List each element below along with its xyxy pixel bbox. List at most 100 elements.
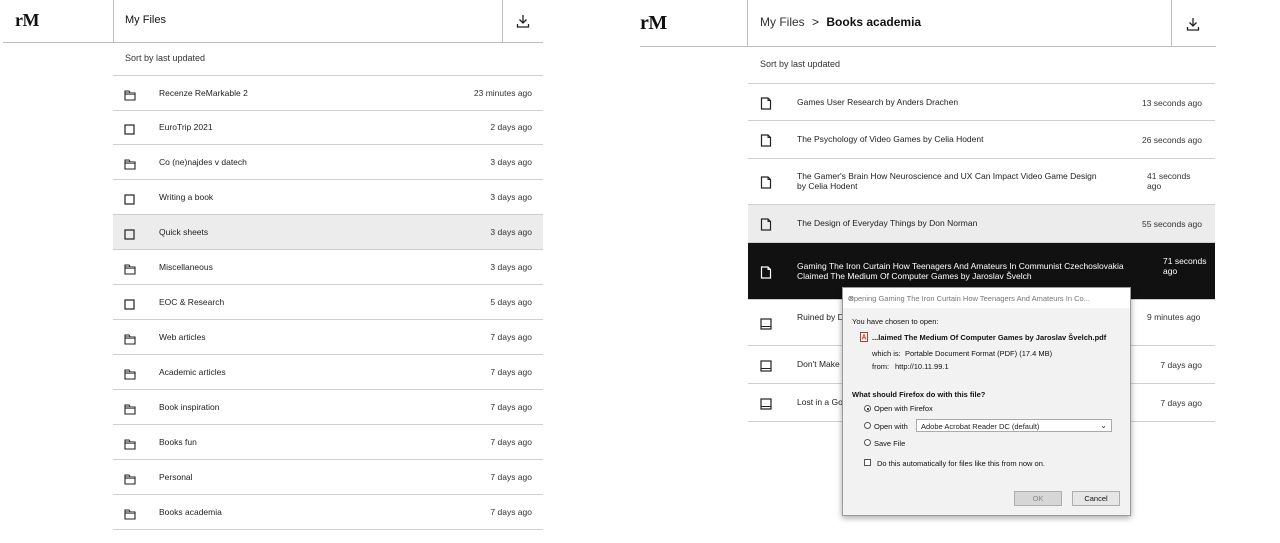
- folder-icon: [124, 367, 136, 385]
- item-updated: 9 minutes ago: [1147, 312, 1201, 322]
- item-updated: 23 minutes ago: [473, 88, 532, 98]
- document-icon: [760, 266, 772, 284]
- item-name: Academic articles: [159, 367, 226, 377]
- dialog-titlebar: Opening Gaming The Iron Curtain How Teen…: [843, 288, 1130, 308]
- folder-row[interactable]: Web articles 7 days ago: [113, 320, 543, 355]
- header-separator: [747, 0, 748, 46]
- notebook-row[interactable]: Writing a book 3 days ago: [113, 180, 543, 215]
- file-name: ...laimed The Medium Of Computer Games b…: [872, 333, 1107, 342]
- item-name: The Psychology of Video Games by Celia H…: [797, 134, 984, 144]
- notebook-row[interactable]: Quick sheets 3 days ago: [113, 215, 543, 250]
- item-updated: 5 days ago: [490, 297, 532, 307]
- folder-row[interactable]: Miscellaneous 3 days ago: [113, 250, 543, 285]
- folder-row[interactable]: Co (ne)najdes v datech 3 days ago: [113, 145, 543, 180]
- notebook-icon: [124, 297, 135, 315]
- header-separator: [502, 0, 503, 42]
- item-name: The Gamer's Brain How Neuroscience and U…: [797, 171, 1097, 191]
- sort-label[interactable]: Sort by last updated: [125, 53, 205, 63]
- document-icon: [760, 134, 772, 152]
- folder-row[interactable]: Academic articles 7 days ago: [113, 355, 543, 390]
- document-row[interactable]: The Gamer's Brain How Neuroscience and U…: [748, 159, 1215, 205]
- folder-icon: [124, 472, 136, 490]
- notebook-icon: [124, 192, 135, 210]
- sort-label[interactable]: Sort by last updated: [760, 59, 840, 69]
- folder-icon: [124, 507, 136, 525]
- item-name: Recenze ReMarkable 2: [159, 88, 248, 98]
- book-icon: [760, 397, 772, 415]
- left-file-browser: rM My Files Sort by last updated Recenze…: [0, 0, 545, 543]
- folder-icon: [124, 88, 136, 106]
- file-type: Portable Document Format (PDF) (17.4 MB): [905, 349, 1053, 358]
- item-updated: 7 days ago: [1160, 398, 1202, 408]
- open-with-firefox-radio[interactable]: [864, 405, 871, 412]
- folder-row[interactable]: Books academia 7 days ago: [113, 495, 543, 530]
- action-question: What should Firefox do with this file?: [852, 390, 986, 399]
- item-updated: 7 days ago: [490, 472, 532, 482]
- item-updated: 71 seconds ago: [1163, 256, 1207, 276]
- page-title: My Files: [125, 14, 166, 26]
- notebook-icon: [124, 122, 135, 140]
- item-name: Miscellaneous: [159, 262, 213, 272]
- item-updated: 13 seconds ago: [1141, 98, 1202, 108]
- open-with-label[interactable]: Open with: [874, 422, 908, 431]
- document-icon: [760, 97, 772, 115]
- item-updated: 3 days ago: [490, 227, 532, 237]
- item-name: Books fun: [159, 437, 197, 447]
- open-with-app-select[interactable]: Adobe Acrobat Reader DC (default) ⌄: [916, 419, 1112, 432]
- folder-row[interactable]: Personal 7 days ago: [113, 460, 543, 495]
- item-name: The Design of Everyday Things by Don Nor…: [797, 218, 978, 228]
- folder-row[interactable]: Book inspiration 7 days ago: [113, 390, 543, 425]
- notebook-row[interactable]: EuroTrip 2021 2 days ago: [113, 110, 543, 145]
- file-source-label: from:: [872, 362, 890, 371]
- breadcrumb-separator: >: [812, 15, 820, 29]
- header-divider: [3, 42, 543, 43]
- remarkable-logo[interactable]: rM: [640, 12, 667, 35]
- breadcrumb: My Files > Books academia: [760, 15, 921, 29]
- folder-row[interactable]: Recenze ReMarkable 2 23 minutes ago: [113, 75, 543, 111]
- ok-button[interactable]: OK: [1014, 491, 1062, 506]
- open-with-app-value: Adobe Acrobat Reader DC (default): [921, 422, 1040, 431]
- cancel-button[interactable]: Cancel: [1072, 491, 1120, 506]
- open-with-radio[interactable]: [864, 422, 871, 429]
- folder-row[interactable]: Books fun 7 days ago: [113, 425, 543, 460]
- item-name: Writing a book: [159, 192, 214, 202]
- book-icon: [760, 359, 772, 377]
- item-name: Gaming The Iron Curtain How Teenagers An…: [797, 261, 1124, 281]
- file-source: http://10.11.99.1: [895, 362, 949, 371]
- auto-label[interactable]: Do this automatically for files like thi…: [877, 459, 1045, 468]
- item-updated: 41 seconds ago: [1147, 171, 1191, 191]
- item-updated: 7 days ago: [490, 367, 532, 377]
- open-with-firefox-label[interactable]: Open with Firefox: [874, 404, 933, 413]
- header-separator: [1171, 0, 1172, 46]
- item-name: Games User Research by Anders Drachen: [797, 97, 959, 107]
- chosen-label: You have chosen to open:: [852, 317, 939, 326]
- save-file-radio[interactable]: [864, 439, 871, 446]
- notebook-row[interactable]: EOC & Research 5 days ago: [113, 285, 543, 320]
- document-row[interactable]: The Psychology of Video Games by Celia H…: [748, 121, 1215, 159]
- download-icon[interactable]: [515, 13, 531, 29]
- item-updated: 7 days ago: [490, 507, 532, 517]
- remarkable-logo[interactable]: rM: [15, 10, 39, 31]
- save-file-label[interactable]: Save File: [874, 439, 905, 448]
- breadcrumb-current: Books academia: [826, 15, 922, 29]
- book-icon: [760, 317, 772, 335]
- item-updated: 3 days ago: [490, 262, 532, 272]
- pdf-icon: [860, 332, 868, 342]
- auto-checkbox[interactable]: [864, 459, 871, 466]
- folder-icon: [124, 332, 136, 350]
- item-name: Quick sheets: [159, 227, 209, 237]
- document-icon: [760, 218, 772, 236]
- close-icon[interactable]: ✕: [848, 294, 1125, 303]
- download-icon[interactable]: [1185, 16, 1201, 32]
- document-row[interactable]: Games User Research by Anders Drachen 13 …: [748, 83, 1215, 121]
- item-name: Web articles: [159, 332, 206, 342]
- document-icon: [760, 176, 772, 194]
- document-row[interactable]: The Design of Everyday Things by Don Nor…: [748, 205, 1215, 243]
- item-updated: 3 days ago: [490, 157, 532, 167]
- item-updated: 55 seconds ago: [1141, 219, 1202, 229]
- breadcrumb-root[interactable]: My Files: [760, 15, 805, 29]
- folder-icon: [124, 262, 136, 280]
- folder-icon: [124, 157, 136, 175]
- item-updated: 2 days ago: [490, 122, 532, 132]
- item-updated: 7 days ago: [490, 437, 532, 447]
